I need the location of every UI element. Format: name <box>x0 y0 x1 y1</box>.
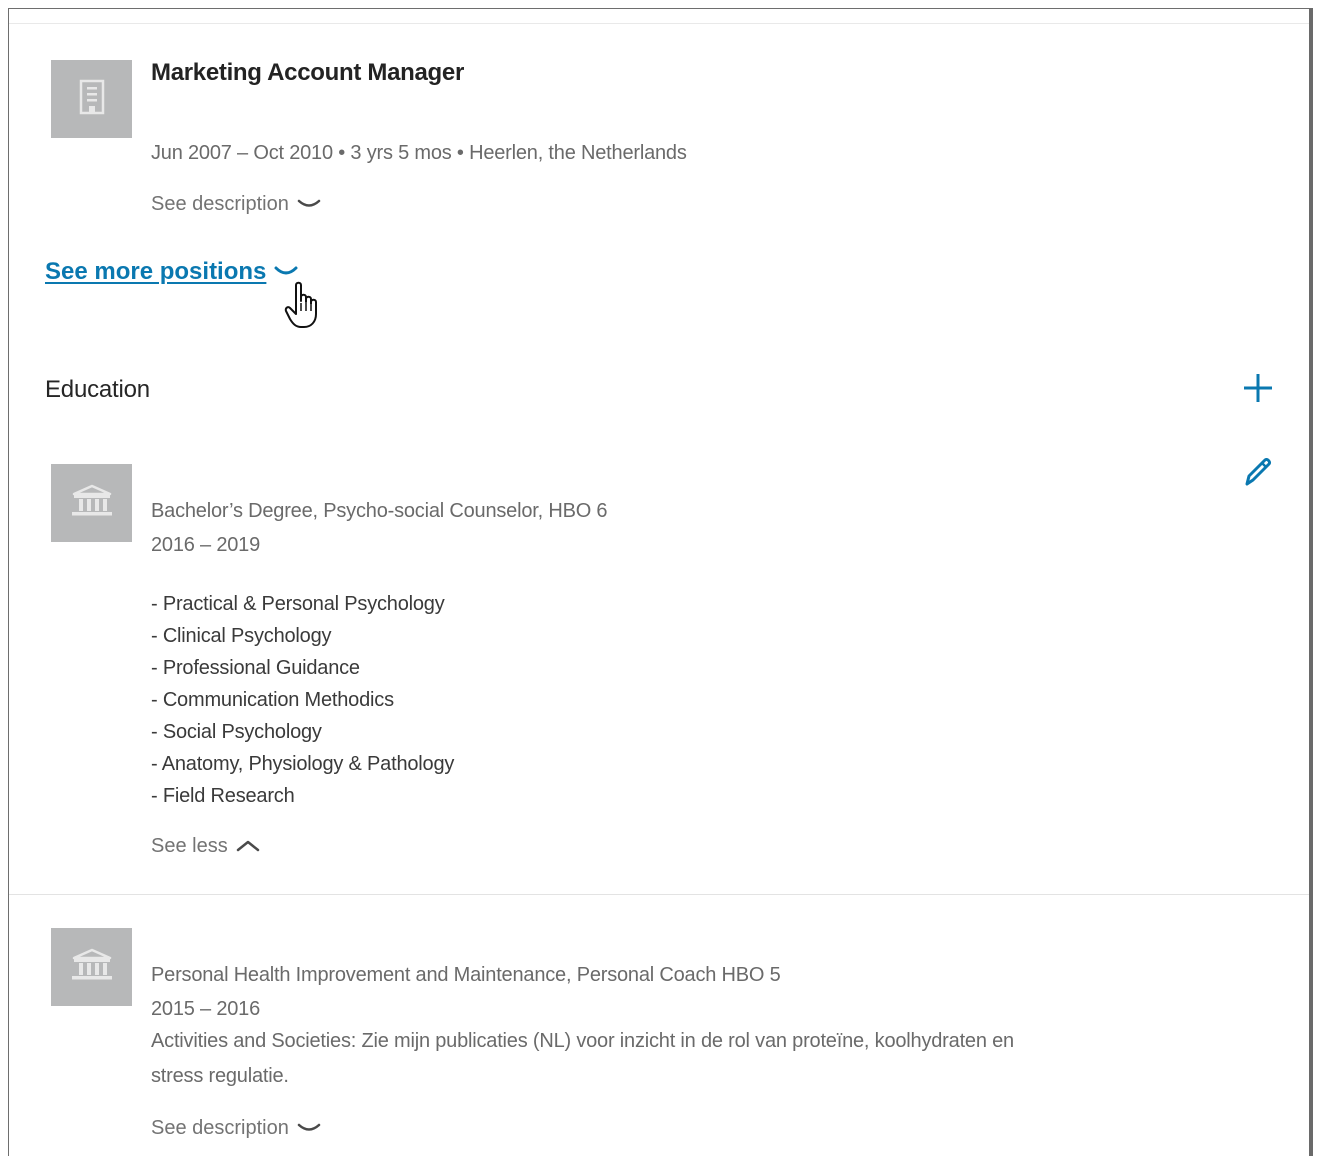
degree-title[interactable]: Bachelor’s Degree, Psycho-social Counsel… <box>151 500 608 523</box>
education-dates: 2015 – 2016 <box>151 998 261 1020</box>
entry-divider <box>9 894 1309 895</box>
company-logo[interactable] <box>51 60 132 138</box>
add-education-button[interactable] <box>1238 370 1278 410</box>
see-description-toggle[interactable]: See description <box>151 1117 321 1140</box>
school-icon <box>70 948 114 987</box>
chevron-up-icon <box>236 835 260 858</box>
education-dates: 2016 – 2019 <box>151 534 261 556</box>
activities-line: stress regulatie. <box>151 1065 289 1087</box>
description-line: - Professional Guidance <box>151 657 360 679</box>
see-less-toggle[interactable]: See less <box>151 835 260 858</box>
see-more-label: See more positions <box>45 258 267 285</box>
profile-panel: Marketing Account Manager Jun 2007 – Oct… <box>8 8 1309 1156</box>
plus-icon <box>1242 372 1274 409</box>
education-description: - Practical & Personal Psychology - Clin… <box>151 588 454 812</box>
pencil-icon <box>1241 456 1275 495</box>
position-meta: Jun 2007 – Oct 2010 • 3 yrs 5 mos • Heer… <box>151 142 687 164</box>
hand-cursor-icon <box>284 281 324 336</box>
top-divider <box>9 23 1309 24</box>
school-logo[interactable] <box>51 464 132 542</box>
building-icon <box>79 79 105 120</box>
toggle-label: See description <box>151 193 289 215</box>
position-title[interactable]: Marketing Account Manager <box>151 59 464 87</box>
see-description-toggle[interactable]: See description <box>151 193 321 216</box>
chevron-down-icon <box>297 193 321 216</box>
edit-education-button[interactable] <box>1238 455 1278 495</box>
description-line: - Communication Methodics <box>151 689 394 711</box>
see-more-positions-link[interactable]: See more positions <box>45 258 298 286</box>
toggle-label: See description <box>151 1117 289 1139</box>
description-line: - Field Research <box>151 785 295 807</box>
description-line: - Practical & Personal Psychology <box>151 593 445 615</box>
education-section-title: Education <box>45 376 150 403</box>
school-logo[interactable] <box>51 928 132 1006</box>
description-line: - Clinical Psychology <box>151 625 332 647</box>
school-icon <box>70 484 114 523</box>
activities-line: Activities and Societies: Zie mijn publi… <box>151 1030 1014 1052</box>
description-line: - Social Psychology <box>151 721 322 743</box>
description-line: - Anatomy, Physiology & Pathology <box>151 753 455 775</box>
toggle-label: See less <box>151 835 228 857</box>
degree-title[interactable]: Personal Health Improvement and Maintena… <box>151 964 781 987</box>
chevron-down-icon <box>297 1117 321 1140</box>
